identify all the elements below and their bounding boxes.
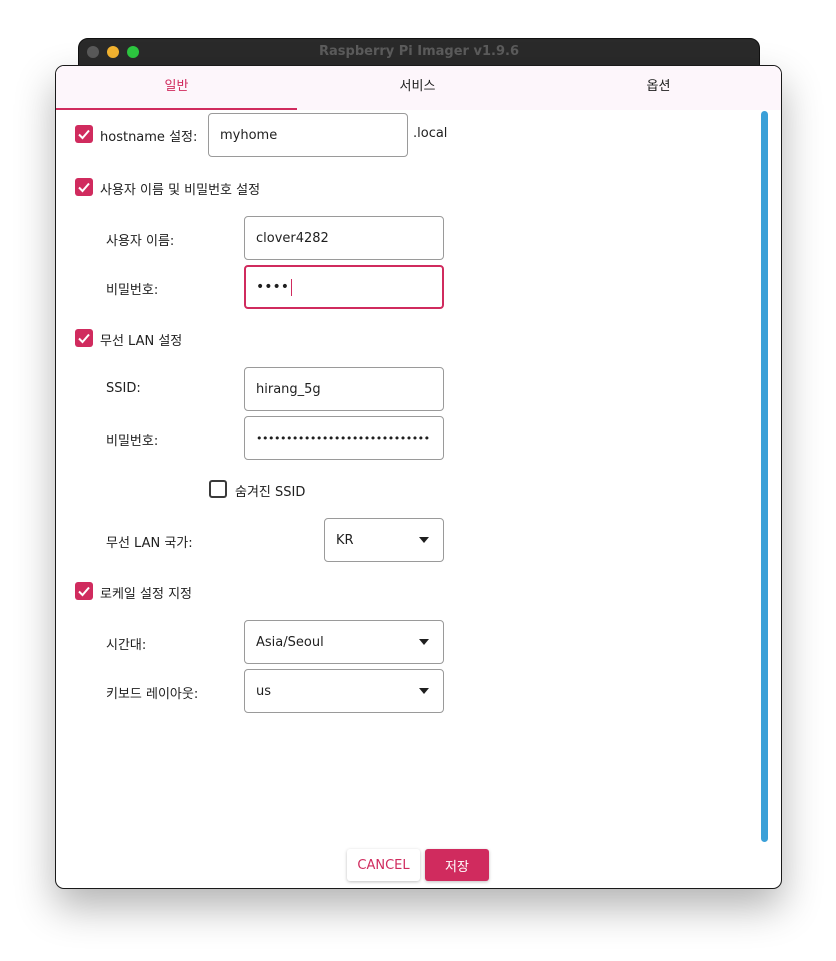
- password-input[interactable]: ••••: [244, 265, 444, 309]
- ssid-value: hirang_5g: [256, 381, 321, 397]
- wifi-password-label: 비밀번호:: [106, 434, 159, 449]
- scrollbar[interactable]: [761, 111, 768, 842]
- hostname-checkbox[interactable]: [75, 125, 93, 143]
- window-title: Raspberry Pi Imager v1.9.6: [319, 44, 519, 59]
- wifi-country-label: 무선 LAN 국가:: [106, 536, 193, 551]
- keyboard-layout-value: us: [256, 683, 272, 699]
- hostname-label: hostname 설정:: [100, 130, 198, 145]
- timezone-value: Asia/Seoul: [256, 634, 324, 650]
- dropdown-arrow-icon: [419, 688, 429, 694]
- checkmark-icon: [78, 182, 90, 193]
- checkmark-icon: [78, 333, 90, 344]
- user-credentials-label: 사용자 이름 및 비밀번호 설정: [100, 183, 261, 198]
- cancel-button[interactable]: CANCEL: [347, 849, 420, 881]
- hidden-ssid-checkbox[interactable]: [209, 480, 227, 498]
- username-label: 사용자 이름:: [106, 234, 175, 249]
- hostname-input[interactable]: myhome: [208, 113, 408, 157]
- hostname-value: myhome: [220, 127, 278, 143]
- timezone-label: 시간대:: [106, 638, 147, 653]
- timezone-select[interactable]: Asia/Seoul: [244, 620, 444, 664]
- tab-general[interactable]: 일반: [56, 66, 297, 110]
- locale-checkbox[interactable]: [75, 582, 93, 600]
- wifi-country-value: KR: [336, 532, 354, 548]
- tab-options[interactable]: 옵션: [538, 66, 779, 110]
- password-label: 비밀번호:: [106, 283, 159, 298]
- username-input[interactable]: clover4282: [244, 216, 444, 260]
- checkmark-icon: [78, 129, 90, 140]
- wifi-password-value: •••••••••••••••••••••••••••••: [256, 431, 430, 445]
- hidden-ssid-label: 숨겨진 SSID: [235, 485, 306, 500]
- tab-services[interactable]: 서비스: [297, 66, 538, 110]
- password-value: ••••: [256, 279, 290, 295]
- wifi-password-input[interactable]: •••••••••••••••••••••••••••••: [244, 416, 444, 460]
- save-button[interactable]: 저장: [425, 849, 489, 881]
- os-customization-dialog: 일반 서비스 옵션 hostname 설정: myhome .local 사용자…: [55, 65, 782, 889]
- dropdown-arrow-icon: [419, 537, 429, 543]
- tab-bar: 일반 서비스 옵션: [56, 66, 781, 110]
- hostname-suffix: .local: [413, 126, 448, 141]
- wifi-label: 무선 LAN 설정: [100, 334, 183, 349]
- dropdown-arrow-icon: [419, 639, 429, 645]
- text-cursor: [291, 278, 293, 296]
- keyboard-layout-select[interactable]: us: [244, 669, 444, 713]
- locale-label: 로케일 설정 지정: [100, 587, 192, 602]
- checkmark-icon: [78, 586, 90, 597]
- ssid-label: SSID:: [106, 381, 141, 396]
- wifi-country-select[interactable]: KR: [324, 518, 444, 562]
- user-credentials-checkbox[interactable]: [75, 178, 93, 196]
- wifi-checkbox[interactable]: [75, 329, 93, 347]
- keyboard-layout-label: 키보드 레이아웃:: [106, 687, 199, 702]
- username-value: clover4282: [256, 230, 329, 246]
- ssid-input[interactable]: hirang_5g: [244, 367, 444, 411]
